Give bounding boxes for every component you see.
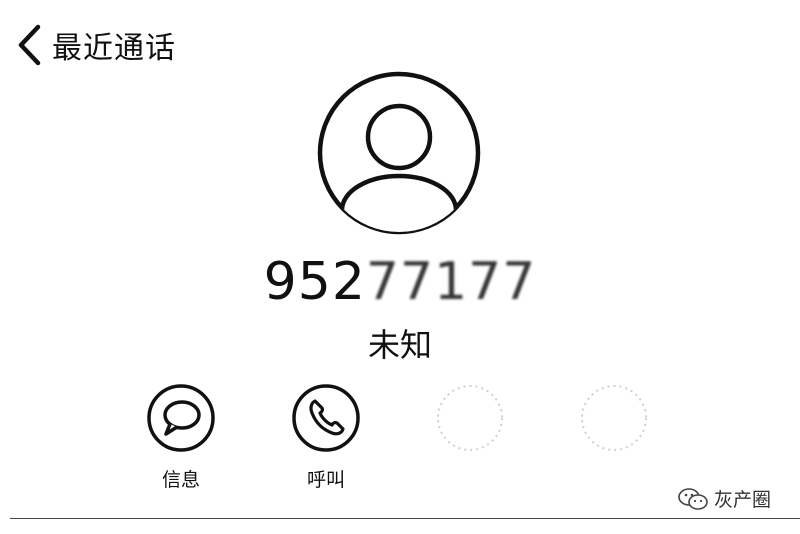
user-avatar-icon (316, 70, 482, 236)
hidden-action-1[interactable] (430, 383, 510, 465)
phone-number-masked: 77177 (365, 252, 537, 312)
blurred-action-icon (581, 385, 647, 451)
wechat-icon (676, 486, 714, 512)
call-button[interactable] (291, 383, 361, 453)
hidden-action-1-button[interactable] (435, 383, 505, 453)
message-label: 信息 (161, 469, 200, 491)
hidden-action-2[interactable] (574, 383, 654, 465)
chevron-left-icon (14, 22, 44, 68)
back-button-label: 最近通话 (52, 31, 176, 66)
watermark: 灰产圈 (676, 485, 771, 512)
contact-avatar (316, 70, 482, 236)
message-action[interactable]: 信息 (141, 383, 221, 492)
blurred-action-icon (437, 385, 503, 451)
phone-number-visible: 952 (263, 252, 366, 312)
phone-number: 95277177 (0, 252, 800, 312)
back-button[interactable]: 最近通话 (14, 22, 176, 68)
message-button[interactable] (146, 383, 216, 453)
hidden-action-2-button[interactable] (579, 383, 649, 453)
watermark-text: 灰产圈 (714, 489, 772, 511)
call-action[interactable]: 呼叫 (286, 383, 366, 492)
call-label: 呼叫 (306, 469, 345, 491)
bottom-divider (10, 518, 800, 519)
number-location: 未知 (367, 326, 432, 364)
